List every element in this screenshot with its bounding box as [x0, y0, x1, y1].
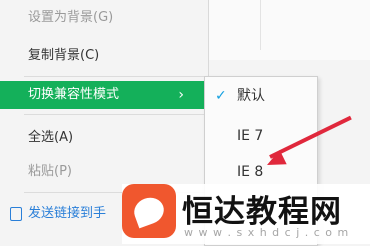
submenu-item-label: IE 7 — [237, 128, 264, 144]
menu-separator — [24, 76, 208, 77]
submenu-item-default[interactable]: ✓ 默认 — [205, 79, 317, 113]
background-pane — [209, 0, 370, 60]
menu-item-label: 粘贴(P) — [28, 164, 72, 179]
watermark-title: 恒达教程网 — [182, 194, 342, 230]
menu-item-label: 复制背景(C) — [28, 48, 100, 63]
menu-item-paste[interactable]: 粘贴(P) — [0, 158, 208, 186]
watermark-url: w w w . s x h d c j . c o m — [184, 226, 350, 239]
submenu-item-label: 默认 — [237, 88, 265, 104]
menu-item-set-as-background[interactable]: 设置为背景(G) — [0, 4, 208, 32]
menu-item-select-all[interactable]: 全选(A) — [0, 124, 208, 152]
submenu-item-ie7[interactable]: IE 7 — [205, 119, 317, 153]
logo-icon — [122, 184, 176, 238]
watermark: 恒达教程网 w w w . s x h d c j . c o m — [122, 184, 370, 244]
checkmark-icon: ✓ — [215, 88, 227, 104]
menu-item-compatibility-mode[interactable]: 切换兼容性模式 › — [0, 81, 208, 109]
menu-separator — [24, 114, 208, 115]
menu-item-label: 全选(A) — [28, 130, 74, 145]
menu-item-label: 设置为背景(G) — [28, 10, 114, 25]
menu-item-copy-background[interactable]: 复制背景(C) — [0, 42, 208, 70]
phone-link-icon — [10, 207, 22, 221]
chevron-right-icon: › — [178, 87, 184, 103]
menu-item-label: 发送链接到手 — [28, 206, 107, 221]
divider-line — [260, 0, 261, 50]
menu-item-label: 切换兼容性模式 — [28, 87, 120, 102]
